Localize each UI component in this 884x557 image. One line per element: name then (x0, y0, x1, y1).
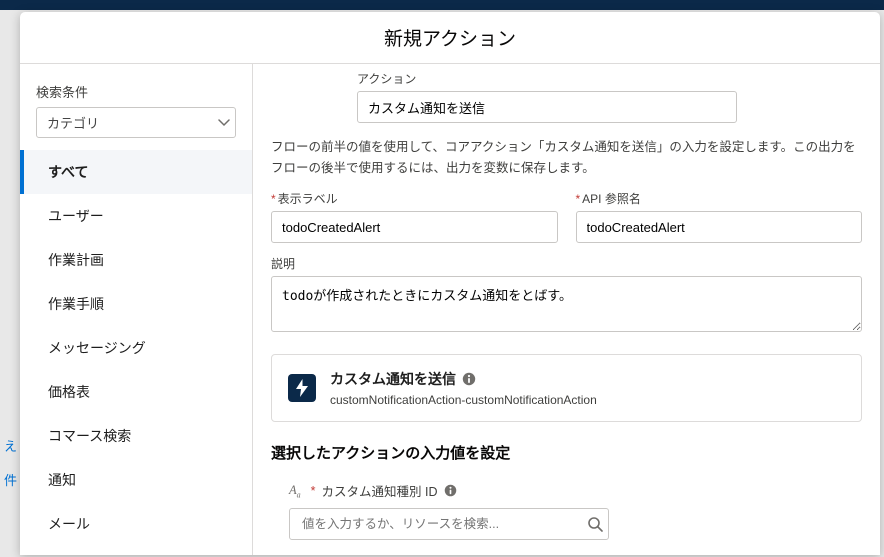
left-panel: 検索条件 カテゴリ すべてユーザー作業計画作業手順メッセージング価格表コマース検… (20, 64, 253, 555)
lightning-bolt-icon (288, 374, 316, 402)
action-summary-card: カスタム通知を送信 customNotificationAction-custo… (271, 354, 862, 422)
new-action-modal: 新規アクション 検索条件 カテゴリ すべてユーザー作業計画作業手順メッセージング… (20, 12, 880, 555)
api-name-label: *API 参照名 (576, 190, 863, 207)
info-icon[interactable] (444, 484, 457, 497)
category-item[interactable]: あいまい性解消フィードバックログを生成 (20, 546, 252, 555)
modal-title: 新規アクション (384, 24, 516, 51)
category-item[interactable]: 作業計画 (20, 238, 252, 282)
category-item[interactable]: 作業手順 (20, 282, 252, 326)
app-nav-bar (0, 0, 884, 10)
category-item[interactable]: ユーザー (20, 194, 252, 238)
card-subtitle: customNotificationAction-customNotificat… (330, 393, 597, 407)
text-type-icon: Aa (289, 483, 301, 500)
modal-body: 検索条件 カテゴリ すべてユーザー作業計画作業手順メッセージング価格表コマース検… (20, 64, 880, 555)
display-label-label: *表示ラベル (271, 190, 558, 207)
api-name-input[interactable] (576, 211, 863, 243)
description-input[interactable]: todoが作成されたときにカスタム通知をとばす。 (271, 276, 862, 332)
action-input[interactable] (357, 91, 737, 123)
bg-link-2[interactable]: 件 (4, 470, 17, 489)
notification-type-id-input[interactable] (289, 508, 609, 540)
card-title: カスタム通知を送信 (330, 369, 456, 389)
category-list[interactable]: すべてユーザー作業計画作業手順メッセージング価格表コマース検索通知メールあいまい… (20, 150, 252, 555)
search-label: 検索条件 (36, 82, 236, 101)
modal-header: 新規アクション (20, 12, 880, 64)
info-icon[interactable] (462, 372, 476, 386)
input-label: カスタム通知種別 ID (322, 481, 438, 500)
category-item[interactable]: コマース検索 (20, 414, 252, 458)
category-item[interactable]: メール (20, 502, 252, 546)
filter-combobox-value: カテゴリ (47, 116, 99, 131)
action-label: アクション (357, 70, 737, 87)
display-label-input[interactable] (271, 211, 558, 243)
category-item[interactable]: すべて (20, 150, 252, 194)
category-item[interactable]: メッセージング (20, 326, 252, 370)
category-item[interactable]: 価格表 (20, 370, 252, 414)
section-heading: 選択したアクションの入力値を設定 (271, 442, 862, 463)
bg-link-1[interactable]: え (4, 436, 17, 455)
right-panel: アクション フローの前半の値を使用して、コアアクション「カスタム通知を送信」の入… (253, 64, 880, 555)
filter-combobox[interactable]: カテゴリ (36, 107, 236, 138)
description-label: 説明 (271, 255, 862, 272)
help-text: フローの前半の値を使用して、コアアクション「カスタム通知を送信」の入力を設定しま… (271, 137, 862, 178)
category-item[interactable]: 通知 (20, 458, 252, 502)
search-icon[interactable] (587, 516, 603, 532)
